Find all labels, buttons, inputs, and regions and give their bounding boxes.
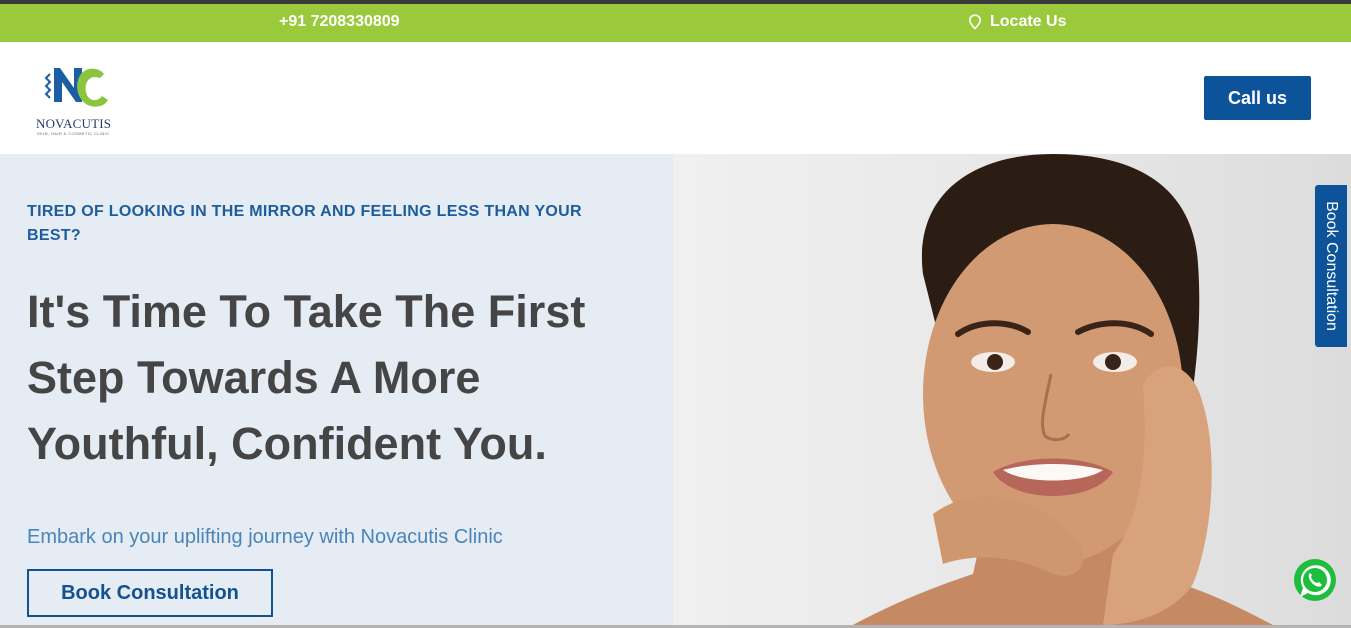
site-header: NOVACUTIS SKIN, HAIR & COSMETIC CLINIC C…: [0, 42, 1351, 154]
logo-tagline: SKIN, HAIR & COSMETIC CLINIC: [37, 131, 110, 136]
logo-mark-icon: [44, 68, 108, 107]
woman-portrait-image: [853, 154, 1273, 625]
side-tab-label: Book Consultation: [1323, 201, 1340, 331]
locate-us-link[interactable]: Locate Us: [968, 13, 1066, 31]
location-pin-icon: [968, 14, 982, 30]
clinic-logo[interactable]: NOVACUTIS SKIN, HAIR & COSMETIC CLINIC: [32, 60, 122, 136]
hero-kicker: TIRED OF LOOKING IN THE MIRROR AND FEELI…: [27, 203, 582, 244]
hero-text-panel: TIRED OF LOOKING IN THE MIRROR AND FEELI…: [0, 154, 673, 625]
logo-brand: NOVACUTIS: [36, 116, 112, 131]
hero-subline: Embark on your uplifting journey with No…: [27, 526, 503, 548]
locate-us-label: Locate Us: [990, 13, 1067, 30]
hero-image: [673, 154, 1351, 625]
hero-headline: It's Time To Take The First Step Towards…: [27, 286, 586, 469]
book-consultation-button[interactable]: Book Consultation: [27, 569, 273, 617]
call-us-button[interactable]: Call us: [1204, 76, 1311, 120]
phone-link[interactable]: +91 7208330809: [279, 13, 400, 31]
whatsapp-icon[interactable]: [1292, 557, 1338, 603]
book-consultation-side-tab[interactable]: Book Consultation: [1315, 185, 1347, 347]
top-bar: +91 7208330809 Locate Us: [0, 4, 1351, 42]
